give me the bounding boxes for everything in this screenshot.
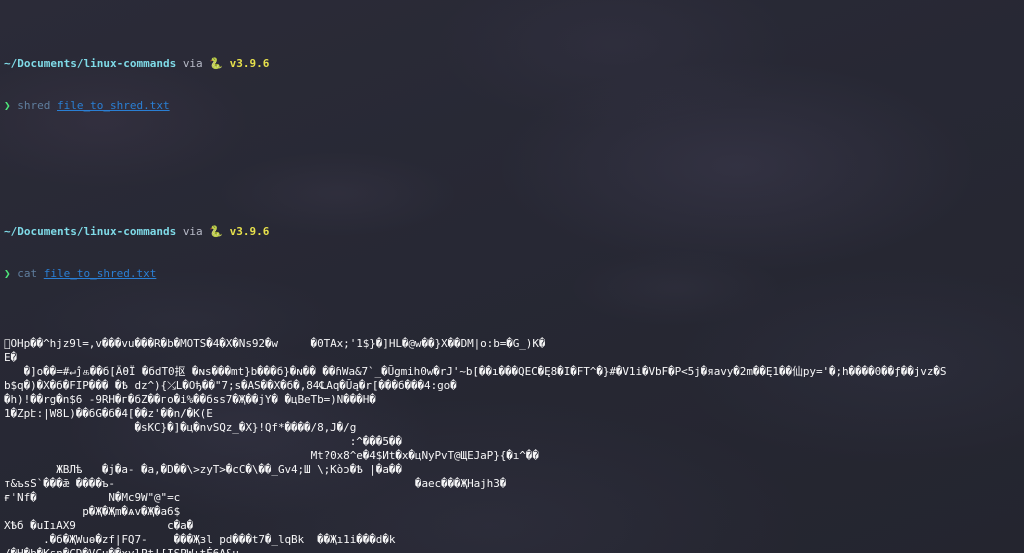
prompt-line: ~/Documents/linux-commands via 🐍 v3.9.6 [4,225,1024,239]
prompt-runtime-version: v3.9.6 [229,225,270,238]
python-snake-icon: 🐍 [209,225,224,238]
prompt-path: ~/Documents/linux-commands [4,225,177,238]
command-line-cat[interactable]: ❯ cat file_to_shred.txt [4,267,1024,281]
prompt-path: ~/Documents/linux-commands [4,57,177,70]
command-name: shred [17,99,51,112]
command-line-shred[interactable]: ❯ shred file_to_shred.txt [4,99,1024,113]
prompt-arrow-icon: ❯ [4,267,11,280]
python-snake-icon: 🐍 [209,57,224,70]
command-name: cat [17,267,38,280]
prompt-arrow-icon: ❯ [4,99,11,112]
command-argument[interactable]: file_to_shred.txt [44,267,157,280]
prompt-via-label: via [182,57,203,70]
binary-output:  OHp��^hjz9l=,v���vu���R�b�MOTS�4�X�Ns92… [4,337,947,553]
prompt-via-label: via [182,225,203,238]
terminal-window: ~/Documents/linux-commands via 🐍 v3.9.6 … [0,0,1024,553]
prompt-line: ~/Documents/linux-commands via 🐍 v3.9.6 [4,57,1024,71]
command-argument[interactable]: file_to_shred.txt [57,99,170,112]
prompt-runtime-version: v3.9.6 [229,57,270,70]
terminal-output-area[interactable]: ~/Documents/linux-commands via 🐍 v3.9.6 … [0,0,1024,553]
